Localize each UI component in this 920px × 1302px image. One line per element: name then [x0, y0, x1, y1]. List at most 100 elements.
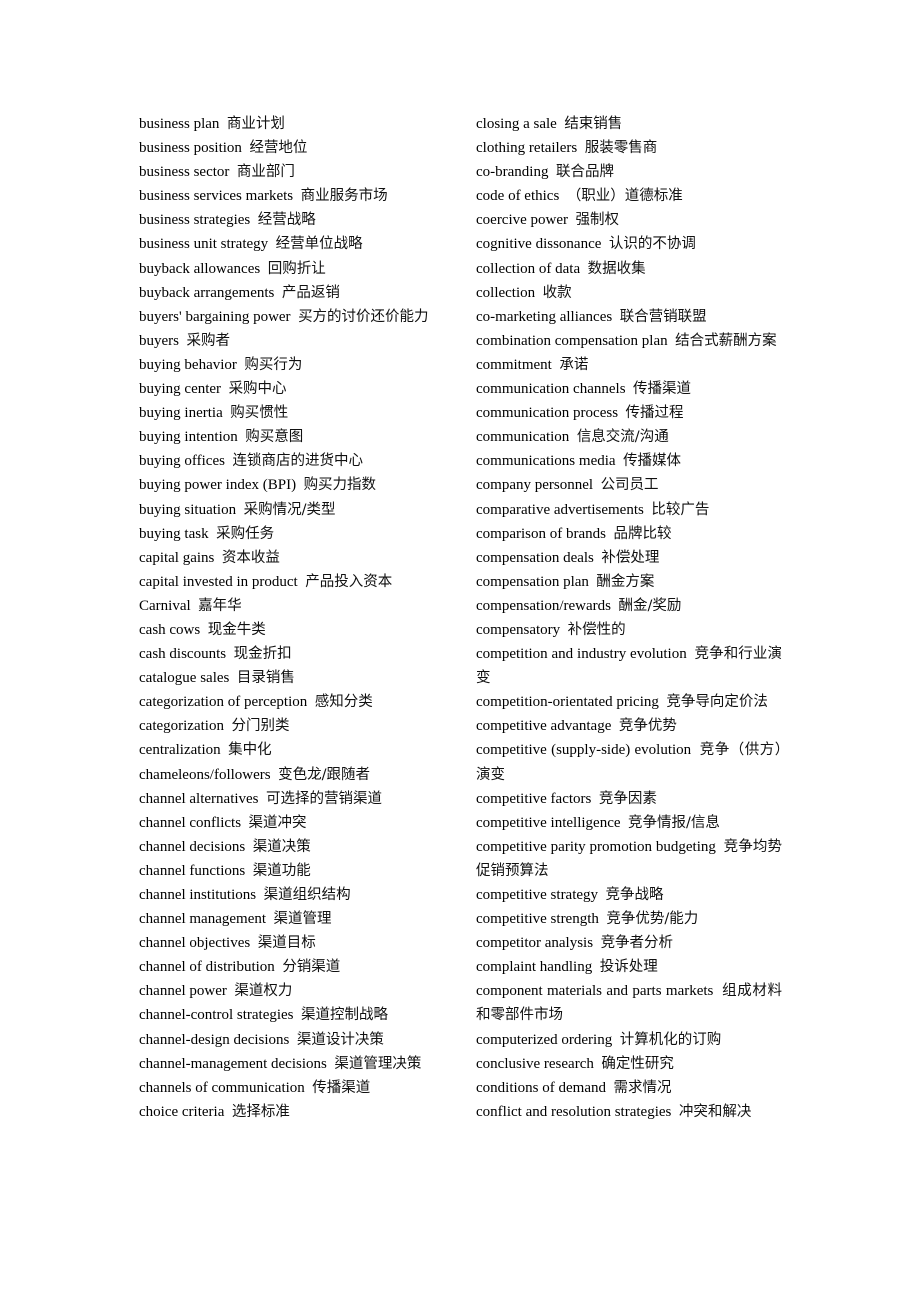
english-term: comparative advertisements [476, 501, 644, 518]
glossary-entry: buying intention 购买意图 [139, 425, 445, 449]
term-separator [593, 935, 601, 951]
glossary-entry: competition and industry evolution 竞争和行业… [476, 642, 782, 690]
english-term: centralization [139, 742, 221, 759]
chinese-translation: 经营战略 [257, 212, 316, 229]
chinese-translation: 嘉年华 [198, 597, 242, 614]
chinese-translation: 资本收益 [221, 549, 280, 566]
english-term: channel decisions [139, 838, 246, 855]
english-term: buyback arrangements [139, 284, 275, 301]
english-term: communication channels [476, 381, 626, 398]
chinese-translation: （职业）道德标准 [566, 188, 683, 205]
term-separator [241, 815, 249, 831]
english-term: business unit strategy [139, 236, 269, 253]
glossary-entry: conclusive research 确定性研究 [476, 1052, 782, 1076]
term-separator [200, 622, 208, 638]
chinese-translation: 竞争战略 [605, 887, 664, 903]
english-term: conditions of demand [476, 1079, 606, 1096]
chinese-translation: 品牌比较 [613, 525, 672, 542]
english-term: conclusive research [476, 1055, 594, 1072]
chinese-translation: 买方的讨价还价能力 [298, 308, 429, 325]
glossary-entry: Carnival 嘉年华 [139, 594, 445, 618]
glossary-entry: business sector 商业部门 [139, 160, 445, 184]
chinese-translation: 承诺 [559, 356, 589, 373]
chinese-translation: 公司员工 [600, 477, 659, 494]
term-separator [293, 188, 301, 204]
english-term: buying intention [139, 429, 238, 446]
chinese-translation: 渠道设计决策 [296, 1031, 384, 1048]
glossary-entry: capital invested in product 产品投入资本 [139, 570, 445, 594]
glossary-entry: competitive (supply-side) evolution 竞争（供… [476, 738, 782, 786]
glossary-entry: buyers' bargaining power 买方的讨价还价能力 [139, 305, 445, 329]
chinese-translation: 商业计划 [226, 116, 285, 132]
term-separator [291, 309, 299, 325]
chinese-translation: 补偿性的 [567, 621, 626, 638]
term-separator [598, 887, 606, 903]
term-separator [621, 815, 629, 831]
english-term: channel conflicts [139, 814, 242, 831]
glossary-entry: buying situation 采购情况/类型 [139, 498, 445, 522]
term-separator [569, 429, 577, 445]
term-separator [229, 164, 237, 180]
chinese-translation: 结束销售 [564, 116, 623, 132]
chinese-translation: 信息交流/沟通 [576, 429, 669, 446]
glossary-entry: comparative advertisements 比较广告 [476, 498, 782, 522]
glossary-entry: channel-design decisions 渠道设计决策 [139, 1028, 445, 1052]
chinese-translation: 采购任务 [216, 525, 275, 542]
chinese-translation: 确定性研究 [601, 1055, 674, 1072]
english-term: company personnel [476, 477, 594, 494]
chinese-translation: 可选择的营销渠道 [266, 790, 383, 807]
term-separator [548, 164, 556, 180]
glossary-entry: component materials and parts markets 组成… [476, 979, 782, 1027]
english-term: competitive (supply-side) evolution [476, 742, 692, 759]
english-term: choice criteria [139, 1103, 225, 1120]
english-term: business strategies [139, 212, 251, 229]
term-separator [716, 839, 724, 855]
english-term: collection [476, 284, 536, 301]
english-term: competition-orientated pricing [476, 694, 659, 711]
glossary-entry: buying inertia 购买惯性 [139, 401, 445, 425]
glossary-entry: competitive strength 竞争优势/能力 [476, 907, 782, 931]
term-separator [616, 453, 624, 469]
english-term: buying center [139, 381, 222, 398]
english-term: categorization of perception [139, 694, 308, 711]
english-term: communication process [476, 405, 619, 422]
term-separator [611, 718, 619, 734]
english-term: clothing retailers [476, 140, 578, 157]
english-term: compensation/rewards [476, 597, 611, 614]
chinese-translation: 采购情况/类型 [243, 501, 336, 518]
term-separator [260, 261, 268, 277]
term-separator [691, 742, 700, 758]
chinese-translation: 采购中心 [228, 381, 287, 398]
glossary-entry: coercive power 强制权 [476, 208, 782, 232]
chinese-translation: 经营单位战略 [275, 236, 363, 253]
glossary-entry: collection of data 数据收集 [476, 257, 782, 281]
english-term: buying behavior [139, 356, 237, 373]
chinese-translation: 竞争者分析 [600, 935, 674, 952]
english-term: co-branding [476, 164, 549, 181]
term-separator [294, 1007, 302, 1023]
chinese-translation: 计算机化的订购 [619, 1031, 722, 1048]
glossary-entry: centralization 集中化 [139, 738, 445, 762]
chinese-translation: 强制权 [575, 212, 620, 229]
english-term: categorization [139, 718, 224, 735]
chinese-translation: 联合品牌 [555, 164, 614, 181]
glossary-entry: communication 信息交流/沟通 [476, 425, 782, 449]
term-separator [568, 212, 576, 228]
chinese-translation: 购买意图 [245, 429, 304, 446]
chinese-translation: 分销渠道 [282, 959, 341, 976]
english-term: communications media [476, 453, 616, 470]
chinese-translation: 目录销售 [236, 670, 295, 687]
term-separator [245, 863, 253, 879]
chinese-translation: 渠道权力 [234, 983, 293, 1000]
term-separator [245, 839, 253, 855]
english-term: buying power index (BPI) [139, 477, 297, 494]
english-term: competitive parity promotion budgeting [476, 838, 716, 855]
term-separator [209, 526, 217, 542]
chinese-translation: 传播渠道 [312, 1079, 371, 1096]
english-term: competitor analysis [476, 935, 594, 952]
term-separator [219, 116, 227, 132]
chinese-translation: 商业部门 [236, 164, 295, 181]
chinese-translation: 冲突和解决 [678, 1103, 752, 1120]
term-separator [626, 381, 634, 397]
glossary-entry: buyback arrangements 产品返销 [139, 281, 445, 305]
